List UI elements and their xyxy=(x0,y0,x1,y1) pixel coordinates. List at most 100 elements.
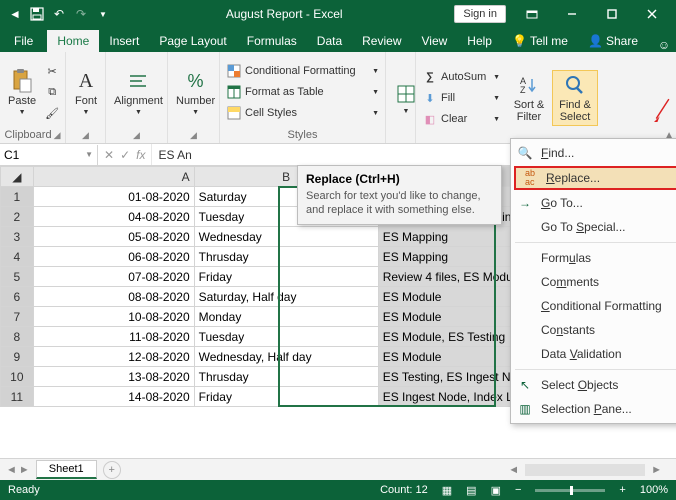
cell[interactable]: 14-08-2020 xyxy=(33,387,194,407)
format-as-table-button[interactable]: Format as Table▼ xyxy=(224,82,381,102)
cell[interactable]: Tuesday xyxy=(194,327,378,347)
dialog-launcher-icon[interactable]: ◢ xyxy=(190,130,197,141)
cell[interactable]: 01-08-2020 xyxy=(33,187,194,207)
view-pagebreak-icon[interactable]: ▣ xyxy=(491,484,501,497)
maximize-icon[interactable] xyxy=(592,0,632,28)
zoom-out-icon[interactable]: − xyxy=(515,484,521,496)
view-layout-icon[interactable]: ▤ xyxy=(466,484,476,497)
menu-select-objects[interactable]: ↖Select Objects xyxy=(511,373,676,397)
cell[interactable]: 05-08-2020 xyxy=(33,227,194,247)
cut-button[interactable]: ✂ xyxy=(42,61,62,81)
scroll-left-icon[interactable]: ◄ xyxy=(508,464,519,476)
row-header[interactable]: 10 xyxy=(1,367,34,387)
tab-home[interactable]: Home xyxy=(47,30,99,52)
redo-icon[interactable]: ↷ xyxy=(70,3,92,25)
menu-goto[interactable]: →Go To... xyxy=(511,191,676,215)
scroll-right-icon[interactable]: ► xyxy=(651,464,662,476)
cell-styles-button[interactable]: Cell Styles▼ xyxy=(224,103,381,123)
tab-data[interactable]: Data xyxy=(307,30,352,52)
tab-view[interactable]: View xyxy=(412,30,458,52)
row-header[interactable]: 9 xyxy=(1,347,34,367)
row-header[interactable]: 7 xyxy=(1,307,34,327)
sheet-tab-1[interactable]: Sheet1 xyxy=(36,460,97,479)
cell[interactable]: Friday xyxy=(194,267,378,287)
tab-help[interactable]: Help xyxy=(457,30,502,52)
tab-formulas[interactable]: Formulas xyxy=(237,30,307,52)
sort-filter-button[interactable]: AZSort & Filter xyxy=(506,71,552,125)
minimize-icon[interactable] xyxy=(552,0,592,28)
row-header[interactable]: 8 xyxy=(1,327,34,347)
autosum-button[interactable]: ∑AutoSum▼ xyxy=(420,67,502,87)
ribbon-display-icon[interactable] xyxy=(512,0,552,28)
menu-goto-special[interactable]: Go To Special... xyxy=(511,215,676,239)
close-icon[interactable] xyxy=(632,0,672,28)
cell[interactable]: Thrusday xyxy=(194,247,378,267)
add-sheet-button[interactable]: + xyxy=(103,461,121,479)
cell[interactable]: Wednesday xyxy=(194,227,378,247)
menu-find[interactable]: 🔍Find... xyxy=(511,141,676,165)
row-header[interactable]: 11 xyxy=(1,387,34,407)
copy-button[interactable]: ⧉ xyxy=(42,82,62,102)
menu-formulas[interactable]: Formulas xyxy=(511,246,676,270)
zoom-slider[interactable] xyxy=(535,489,605,492)
sheet-nav-next[interactable]: ► xyxy=(19,464,30,476)
font-button[interactable]: AFont▼ xyxy=(70,67,102,118)
menu-conditional-formatting[interactable]: Conditional Formatting xyxy=(511,294,676,318)
cell[interactable]: Thrusday xyxy=(194,367,378,387)
row-header[interactable]: 2 xyxy=(1,207,34,227)
cell[interactable]: Saturday, Half day xyxy=(194,287,378,307)
cancel-formula-icon[interactable]: ✕ xyxy=(104,148,114,162)
select-all-corner[interactable]: ◢ xyxy=(1,167,34,187)
undo-icon[interactable]: ↶ xyxy=(48,3,70,25)
menu-data-validation[interactable]: Data Validation xyxy=(511,342,676,366)
row-header[interactable]: 6 xyxy=(1,287,34,307)
cell[interactable]: 10-08-2020 xyxy=(33,307,194,327)
row-header[interactable]: 4 xyxy=(1,247,34,267)
dialog-launcher-icon[interactable]: ◢ xyxy=(82,130,89,141)
menu-constants[interactable]: Constants xyxy=(511,318,676,342)
cell[interactable]: Monday xyxy=(194,307,378,327)
feedback-icon[interactable]: ☺ xyxy=(652,38,676,52)
qat-more-icon[interactable]: ▼ xyxy=(92,3,114,25)
format-painter-button[interactable]: 🖌 xyxy=(42,103,62,123)
paste-button[interactable]: Paste ▼ xyxy=(4,67,40,118)
cell[interactable]: 08-08-2020 xyxy=(33,287,194,307)
share-button[interactable]: 👤Share xyxy=(578,30,648,52)
dialog-launcher-icon[interactable]: ◢ xyxy=(54,130,61,141)
tab-file[interactable]: File xyxy=(0,30,47,52)
row-header[interactable]: 1 xyxy=(1,187,34,207)
tab-page-layout[interactable]: Page Layout xyxy=(149,30,236,52)
view-normal-icon[interactable]: ▦ xyxy=(442,484,452,497)
arrow-left-icon[interactable]: ◄ xyxy=(4,3,26,25)
fill-button[interactable]: ⬇Fill▼ xyxy=(420,88,502,108)
cell[interactable]: 07-08-2020 xyxy=(33,267,194,287)
save-icon[interactable] xyxy=(26,3,48,25)
menu-selection-pane[interactable]: ▥Selection Pane... xyxy=(511,397,676,421)
conditional-formatting-button[interactable]: Conditional Formatting▼ xyxy=(224,61,381,81)
number-button[interactable]: %Number▼ xyxy=(172,67,219,118)
row-header[interactable]: 5 xyxy=(1,267,34,287)
row-header[interactable]: 3 xyxy=(1,227,34,247)
zoom-level[interactable]: 100% xyxy=(640,484,668,496)
zoom-in-icon[interactable]: + xyxy=(619,484,625,496)
cell[interactable]: 13-08-2020 xyxy=(33,367,194,387)
cell[interactable]: 06-08-2020 xyxy=(33,247,194,267)
alignment-button[interactable]: Alignment▼ xyxy=(110,67,167,118)
cell[interactable]: 12-08-2020 xyxy=(33,347,194,367)
tab-tell-me[interactable]: 💡Tell me xyxy=(502,30,578,52)
h-scrollbar[interactable] xyxy=(525,464,645,476)
cell[interactable]: Friday xyxy=(194,387,378,407)
name-box[interactable]: C1▼ xyxy=(0,145,98,165)
menu-replace[interactable]: abacReplace... xyxy=(514,166,676,190)
menu-comments[interactable]: Comments xyxy=(511,270,676,294)
cell[interactable]: Wednesday, Half day xyxy=(194,347,378,367)
signin-button[interactable]: Sign in xyxy=(454,5,506,23)
clear-button[interactable]: ◧Clear▼ xyxy=(420,109,502,129)
find-select-button[interactable]: Find & Select xyxy=(552,70,598,126)
cell[interactable]: 04-08-2020 xyxy=(33,207,194,227)
cell[interactable]: 11-08-2020 xyxy=(33,327,194,347)
tab-insert[interactable]: Insert xyxy=(99,30,149,52)
col-header-a[interactable]: A xyxy=(33,167,194,187)
fx-icon[interactable]: fx xyxy=(136,148,145,162)
enter-formula-icon[interactable]: ✓ xyxy=(120,148,130,162)
